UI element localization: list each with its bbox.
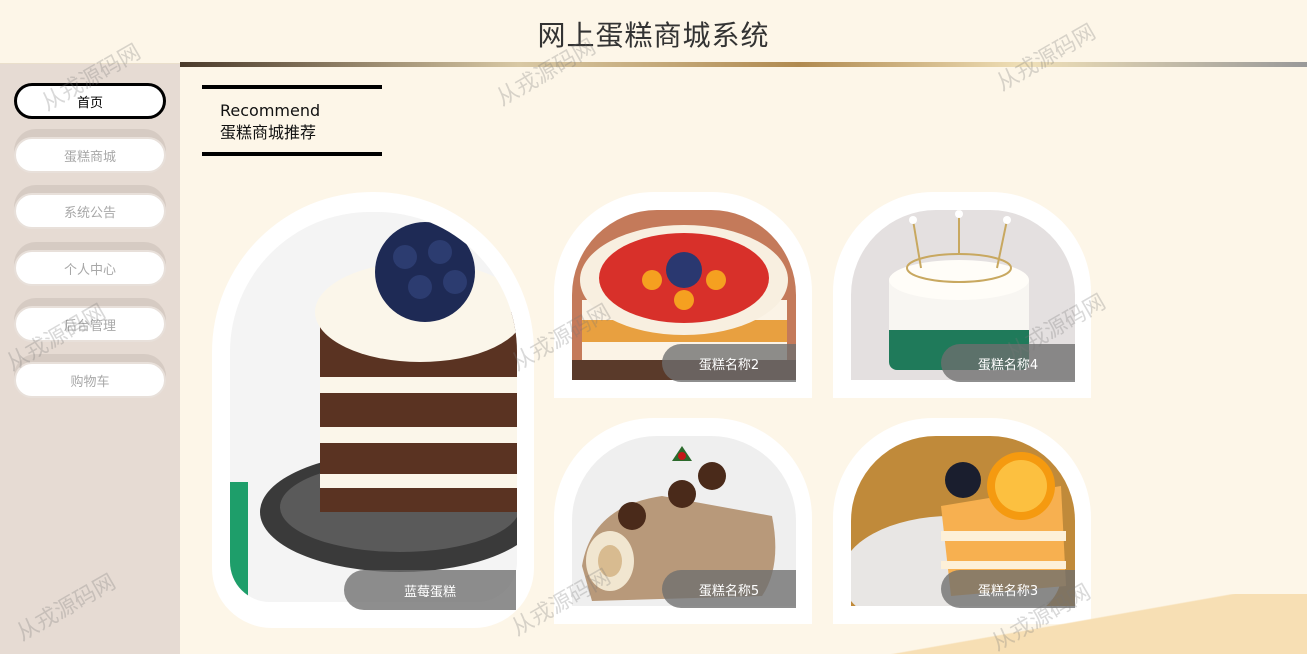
sidebar: 首页 蛋糕商城 系统公告 个人中心 后台管理 购物车 xyxy=(0,64,180,654)
product-card-2[interactable]: 蛋糕名称2 xyxy=(554,192,812,398)
recommend-heading: Recommend 蛋糕商城推荐 xyxy=(202,85,382,156)
sidebar-item-label[interactable]: 系统公告 xyxy=(14,193,166,229)
sidebar-item-personal-center[interactable]: 个人中心 xyxy=(14,242,166,286)
sidebar-item-announcements[interactable]: 系统公告 xyxy=(14,185,166,229)
sidebar-item-label[interactable]: 蛋糕商城 xyxy=(14,137,166,173)
header-decoration-strip xyxy=(180,62,1307,67)
sidebar-item-home[interactable]: 首页 xyxy=(14,73,166,119)
product-card-blueberry[interactable]: 蓝莓蛋糕 xyxy=(212,192,534,628)
sidebar-item-label[interactable]: 后台管理 xyxy=(14,306,166,342)
product-name-label[interactable]: 蛋糕名称4 xyxy=(941,344,1075,382)
recommend-title-cn: 蛋糕商城推荐 xyxy=(220,123,317,142)
product-name-label[interactable]: 蓝莓蛋糕 xyxy=(344,570,516,610)
decorative-corner xyxy=(887,594,1307,654)
product-name-label[interactable]: 蛋糕名称5 xyxy=(662,570,796,608)
sidebar-item-admin[interactable]: 后台管理 xyxy=(14,298,166,342)
product-card-5[interactable]: 蛋糕名称5 xyxy=(554,418,812,624)
sidebar-item-cart[interactable]: 购物车 xyxy=(14,354,166,398)
recommend-title-en: Recommend xyxy=(220,101,321,120)
blueberry-layer-cake-image[interactable] xyxy=(230,212,517,602)
product-card-4[interactable]: 蛋糕名称4 xyxy=(833,192,1091,398)
sidebar-item-label[interactable]: 首页 xyxy=(14,83,166,119)
sidebar-item-label[interactable]: 购物车 xyxy=(14,362,166,398)
header-bar: 网上蛋糕商城系统 xyxy=(0,0,1307,64)
product-name-label[interactable]: 蛋糕名称2 xyxy=(662,344,796,382)
sidebar-item-cake-shop[interactable]: 蛋糕商城 xyxy=(14,129,166,173)
page-title: 网上蛋糕商城系统 xyxy=(537,19,770,52)
sidebar-item-label[interactable]: 个人中心 xyxy=(14,250,166,286)
